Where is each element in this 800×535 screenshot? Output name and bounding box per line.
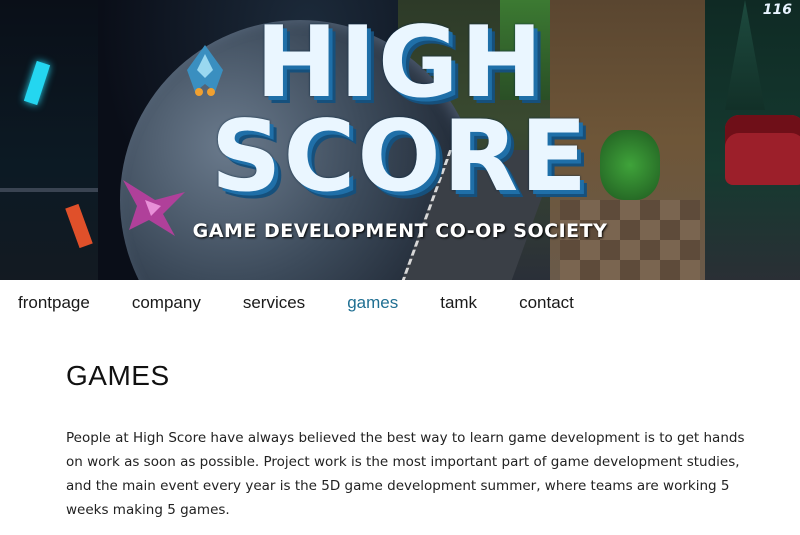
main-content: GAMES People at High Score have always b… (66, 360, 746, 522)
logo-text-score: SCORE (210, 100, 590, 214)
header-banner: HIGH SCORE GAME DEVELOPMENT CO-OP SOCIET… (0, 0, 800, 280)
nav-item-services[interactable]: services (243, 293, 305, 313)
site-logo[interactable]: HIGH SCORE GAME DEVELOPMENT CO-OP SOCIET… (190, 10, 610, 260)
page-title: GAMES (66, 360, 170, 391)
alien-ship-icon (123, 180, 185, 236)
logo-text-high: HIGH (255, 6, 545, 120)
nav-item-games[interactable]: games (347, 293, 398, 313)
main-navigation: frontpage company services games tamk co… (0, 280, 800, 326)
red-car-illustration (725, 115, 800, 185)
platform-ledge (0, 188, 98, 192)
nav-item-contact[interactable]: contact (519, 293, 574, 313)
intro-paragraph: People at High Score have always believe… (66, 430, 745, 518)
nav-item-frontpage[interactable]: frontpage (18, 293, 90, 313)
logo-subtitle: GAME DEVELOPMENT CO-OP SOCIETY (192, 220, 608, 242)
nav-item-company[interactable]: company (132, 293, 201, 313)
nav-item-tamk[interactable]: tamk (440, 293, 477, 313)
game-hud-counter: 116 (762, 2, 792, 18)
